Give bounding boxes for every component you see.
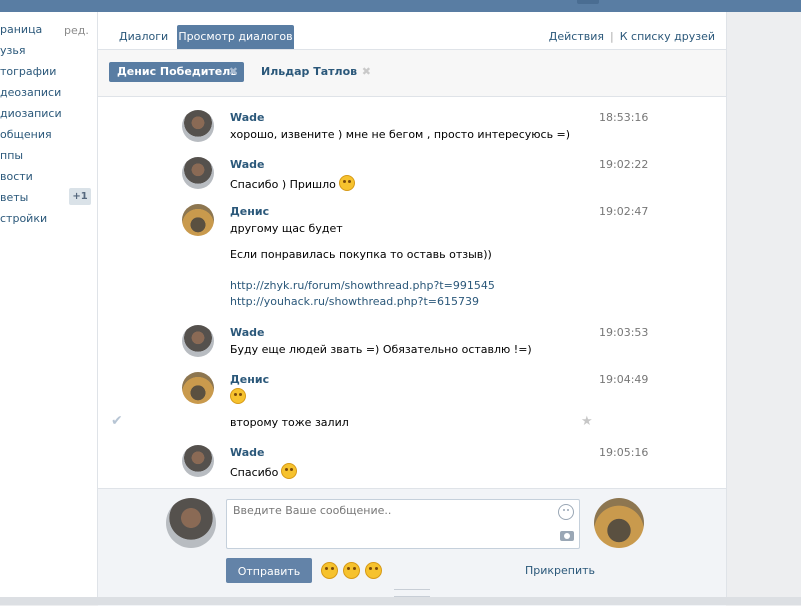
message-time: 19:04:49 xyxy=(599,373,649,386)
nav-item-groups[interactable]: ппы xyxy=(0,147,23,165)
my-avatar[interactable] xyxy=(166,498,216,548)
dialogs-panel: Диалоги Просмотр диалогов Действия | К спи… xyxy=(97,12,727,606)
message-emoji-row xyxy=(230,388,246,404)
message-time: 19:02:47 xyxy=(599,205,649,218)
smile-emoji-icon xyxy=(230,388,246,404)
read-check-icon[interactable]: ✔ xyxy=(111,413,123,429)
recipient-avatar[interactable] xyxy=(594,498,644,548)
message-time: 19:03:53 xyxy=(599,326,649,339)
attach-link[interactable]: Прикрепить xyxy=(525,564,595,577)
message-text: Если понравилась покупка то оставь отзыв… xyxy=(230,248,492,261)
chip-conversation[interactable]: Ильдар Татлов ✖ xyxy=(253,62,371,82)
smile-emoji-icon xyxy=(281,463,298,479)
message-text: Спасибо ) Пришло xyxy=(230,178,336,191)
send-button[interactable]: Отправить xyxy=(226,558,312,583)
nav-edit-link[interactable]: ред. xyxy=(64,24,89,37)
message-input[interactable] xyxy=(227,500,563,548)
smile-emoji-icon[interactable] xyxy=(321,562,338,579)
message-history: Wade 18:53:16 хорошо, извените ) мне не … xyxy=(98,97,726,487)
tabs-row: Диалоги Просмотр диалогов Действия | К спи… xyxy=(98,12,726,50)
message-text: Буду еще людей звать =) Обязательно оста… xyxy=(230,343,532,356)
avatar[interactable] xyxy=(182,204,214,236)
nav-item-news[interactable]: вости xyxy=(0,168,33,186)
close-icon[interactable]: ✖ xyxy=(229,62,238,82)
laughing-emoji-icon[interactable] xyxy=(365,562,382,579)
bottom-strip xyxy=(0,597,801,605)
message-text: другому щас будет xyxy=(230,222,343,235)
message-time: 19:05:16 xyxy=(599,446,649,459)
message-time: 19:02:22 xyxy=(599,158,649,171)
message-author[interactable]: Wade xyxy=(230,158,265,171)
star-icon[interactable]: ★ xyxy=(581,414,593,429)
quick-emoji-bar xyxy=(321,562,387,579)
camera-icon[interactable] xyxy=(560,531,574,541)
message-author[interactable]: Денис xyxy=(230,205,269,218)
message-text: второму тоже залил xyxy=(230,416,349,429)
nav-item-photos[interactable]: тографии xyxy=(0,63,56,81)
tab-dialogs[interactable]: Диалоги xyxy=(109,25,178,49)
message-text-row: Спасибо xyxy=(230,463,298,479)
message-text: хорошо, извените ) мне не бегом , просто… xyxy=(230,128,571,141)
top-bar xyxy=(0,0,801,12)
avatar[interactable] xyxy=(182,110,214,142)
avatar[interactable] xyxy=(182,325,214,357)
link-separator: | xyxy=(610,30,614,43)
answers-count-badge: +1 xyxy=(69,188,91,205)
smile-icon[interactable] xyxy=(558,504,574,520)
message-author[interactable]: Wade xyxy=(230,446,265,459)
nav-item-audio[interactable]: диозаписи xyxy=(0,105,62,123)
avatar[interactable] xyxy=(182,372,214,404)
close-icon[interactable]: ✖ xyxy=(362,62,371,82)
message-time: 18:53:16 xyxy=(599,111,649,124)
message-author[interactable]: Денис xyxy=(230,373,269,386)
conversation-chips: Денис Победитель ✖ Ильдар Татлов ✖ xyxy=(98,50,726,97)
tabs-right-links: Действия | К списку друзей xyxy=(549,25,715,49)
resize-grip[interactable] xyxy=(394,589,430,597)
compose-area: Отправить Прикрепить xyxy=(98,488,726,606)
nav-item-messages[interactable]: общения xyxy=(0,126,52,144)
surprised-emoji-icon[interactable] xyxy=(343,562,360,579)
nav-item-page[interactable]: раница xyxy=(0,21,42,39)
chip-name: Денис Победитель xyxy=(117,65,238,78)
message-link[interactable]: http://zhyk.ru/forum/showthread.php?t=99… xyxy=(230,279,495,292)
message-text: Спасибо xyxy=(230,466,279,479)
chip-name: Ильдар Татлов xyxy=(261,65,358,78)
message-text-row: Спасибо ) Пришло xyxy=(230,175,355,191)
nav-item-friends[interactable]: узья xyxy=(0,42,25,60)
avatar[interactable] xyxy=(182,157,214,189)
avatar[interactable] xyxy=(182,445,214,477)
left-nav: раница ред. узья тографии деозаписи диоз… xyxy=(0,12,97,605)
nav-item-answers[interactable]: веты xyxy=(0,189,28,207)
tab-view-dialogs[interactable]: Просмотр диалогов xyxy=(177,25,294,49)
message-author[interactable]: Wade xyxy=(230,111,265,124)
surprised-emoji-icon xyxy=(338,175,355,191)
top-bar-button[interactable] xyxy=(577,0,599,4)
chip-active-conversation[interactable]: Денис Победитель ✖ xyxy=(109,62,244,82)
nav-item-videos[interactable]: деозаписи xyxy=(0,84,61,102)
message-author[interactable]: Wade xyxy=(230,326,265,339)
friends-list-link[interactable]: К списку друзей xyxy=(620,30,715,43)
message-input-box xyxy=(226,499,580,549)
message-link[interactable]: http://youhack.ru/showthread.php?t=61573… xyxy=(230,295,479,308)
nav-item-settings[interactable]: стройки xyxy=(0,210,47,228)
actions-link[interactable]: Действия xyxy=(549,30,604,43)
